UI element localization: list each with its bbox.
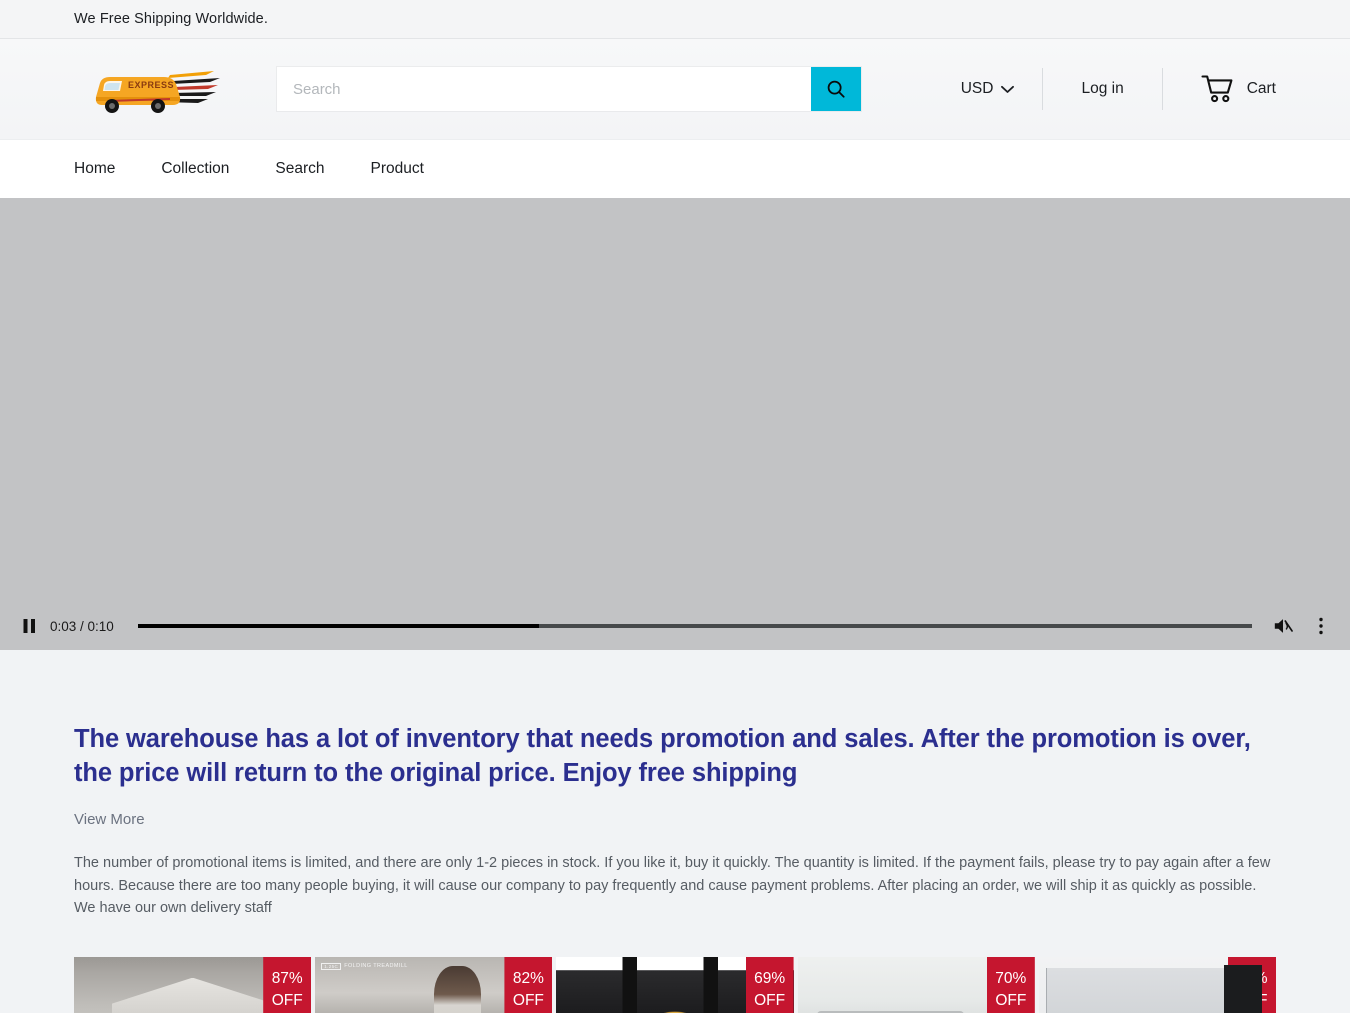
video-time-display: 0:03 / 0:10 (50, 618, 114, 634)
volume-muted-icon (1274, 619, 1293, 633)
announcement-text: We Free Shipping Worldwide. (74, 11, 268, 27)
discount-off-label: OFF (754, 991, 786, 1009)
video-progress-bar[interactable] (137, 624, 1252, 628)
pause-icon (23, 619, 35, 633)
discount-off-label: OFF (995, 991, 1027, 1009)
announcement-bar: We Free Shipping Worldwide. (0, 0, 1350, 39)
chevron-down-icon (1001, 85, 1015, 93)
discount-badge: 69% OFF (745, 956, 794, 1013)
site-header: EXPRESS USD Log in (0, 39, 1350, 140)
shopping-cart-icon (1201, 75, 1233, 103)
nav-item-search[interactable]: Search (252, 160, 347, 178)
svg-text:EXPRESS: EXPRESS (128, 80, 174, 90)
discount-percent: 69% (754, 969, 786, 987)
product-overlay-label: 1.25C FOLDING TREADMILL (321, 962, 408, 970)
video-surface[interactable] (0, 198, 1350, 650)
product-card-sectional-sofa[interactable]: 82% OFF (1038, 956, 1276, 1013)
promo-heading: The warehouse has a lot of inventory tha… (74, 725, 1251, 787)
login-link[interactable]: Log in (1043, 80, 1161, 98)
product-card-carport[interactable]: 87% OFF (74, 956, 312, 1013)
product-thumbnail-strip: 87% OFF 1.25C FOLDING TREADMILL 82% OFF … (74, 956, 1276, 1013)
product-card-home-gym[interactable]: 69% OFF (556, 956, 794, 1013)
discount-percent: 82% (512, 969, 544, 987)
product-thumbnail (1038, 956, 1276, 1013)
hero-video-player[interactable]: 0:03 / 0:10 (0, 198, 1350, 650)
discount-badge: 82% OFF (504, 956, 553, 1013)
product-card-bed-frame[interactable]: 70% OFF (797, 956, 1035, 1013)
search-input[interactable] (277, 67, 811, 111)
search-icon (827, 80, 845, 98)
currency-selector[interactable]: USD (933, 80, 1043, 98)
nav-item-product[interactable]: Product (348, 160, 447, 178)
brand-tag-icon: 1.25C (321, 962, 342, 970)
video-progress-fill (137, 624, 539, 628)
currency-value: USD (960, 80, 994, 97)
nav-item-collection[interactable]: Collection (138, 160, 252, 178)
main-navigation: Home Collection Search Product (0, 140, 1350, 198)
express-delivery-van-logo: EXPRESS (95, 71, 220, 113)
nav-item-home[interactable]: Home (74, 160, 138, 178)
discount-percent: 87% (271, 969, 303, 987)
discount-badge: 70% OFF (986, 956, 1035, 1013)
video-options-button[interactable] (1304, 609, 1338, 643)
promotion-section: The warehouse has a lot of inventory tha… (0, 650, 1350, 1013)
header-actions: USD Log in Cart (933, 67, 1276, 111)
video-controls-right (1266, 609, 1338, 643)
discount-off-label: OFF (271, 991, 303, 1009)
discount-percent: 70% (995, 969, 1027, 987)
promo-body-text: The number of promotional items is limit… (74, 855, 1271, 917)
view-more-link[interactable]: View More (74, 811, 145, 828)
search-submit-button[interactable] (811, 67, 861, 111)
more-vertical-icon (1319, 617, 1323, 635)
video-controls-bar: 0:03 / 0:10 (0, 602, 1350, 650)
cart-link[interactable]: Cart (1163, 74, 1276, 104)
video-mute-button[interactable] (1266, 609, 1300, 643)
discount-badge: 87% OFF (263, 956, 312, 1013)
product-card-folding-treadmill[interactable]: 1.25C FOLDING TREADMILL 82% OFF (315, 956, 553, 1013)
site-logo[interactable]: EXPRESS (74, 61, 249, 117)
product-overlay-text: FOLDING TREADMILL (344, 963, 408, 970)
search-form (277, 67, 861, 111)
video-pause-button[interactable] (12, 609, 46, 643)
discount-off-label: OFF (512, 991, 544, 1009)
cart-label: Cart (1246, 80, 1276, 97)
